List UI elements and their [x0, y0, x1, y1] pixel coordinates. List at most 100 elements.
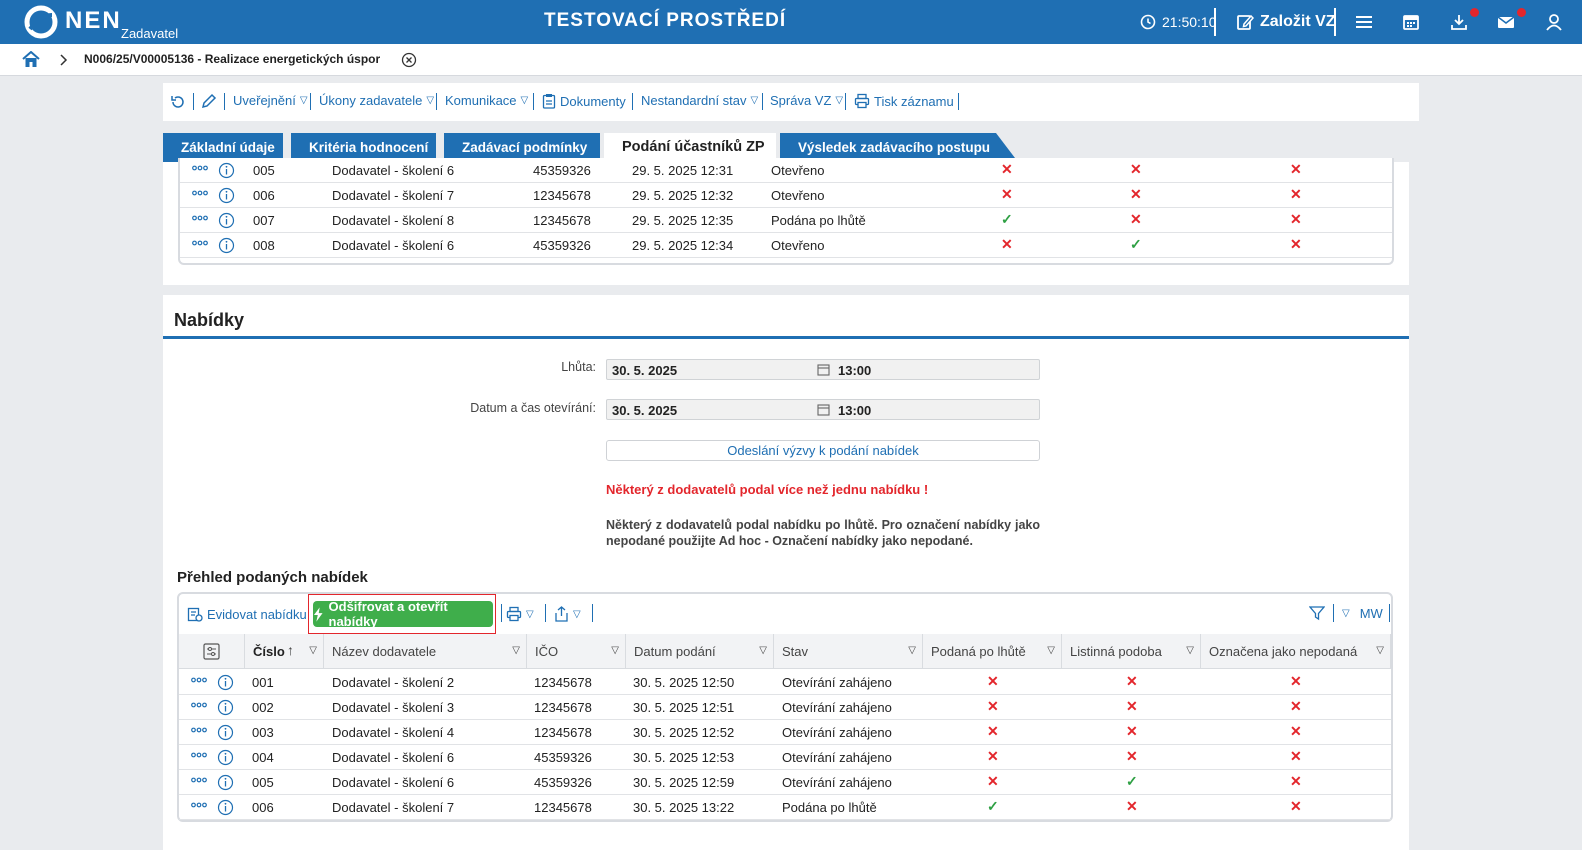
toolbar-tisk-zaznamu[interactable]: Tisk záznamu — [854, 93, 954, 109]
dropdown-triangle-icon: ▽ — [299, 95, 308, 106]
header-nazev-label: Název dodavatele — [332, 644, 437, 659]
info-icon[interactable] — [218, 187, 235, 204]
table-row[interactable]: 002 Dodavatel - školení 3 12345678 30. 5. 2… — [179, 695, 1391, 720]
close-icon[interactable] — [401, 52, 417, 68]
cell-ico: 12345678 — [533, 188, 591, 203]
table-row[interactable]: 004 Dodavatel - školení 6 45359326 30. 5. 2… — [179, 745, 1391, 770]
header-ico[interactable]: IČO ▽ — [527, 634, 626, 669]
header-stav[interactable]: Stav ▽ — [774, 634, 923, 669]
info-icon[interactable] — [217, 799, 234, 816]
cross-icon: ✕ — [1290, 798, 1302, 814]
calendar-icon[interactable] — [1401, 12, 1421, 32]
more-actions-icon[interactable] — [192, 239, 208, 247]
send-invitation-button[interactable]: Odeslání výzvy k podání nabídek — [606, 440, 1040, 461]
header-oznacena-label: Označena jako nepodaná — [1209, 644, 1358, 659]
mail-icon[interactable] — [1496, 12, 1516, 32]
info-icon[interactable] — [218, 212, 235, 229]
cell-datum: 30. 5. 2025 12:59 — [633, 775, 735, 790]
breadcrumb-current[interactable]: N006/25/V00005136 - Realizace energetick… — [84, 52, 380, 66]
header-cislo[interactable]: Číslo ↑ ▽ — [245, 634, 324, 669]
evidovat-button[interactable]: Evidovat nabídku — [187, 606, 307, 622]
info-icon[interactable] — [217, 674, 234, 691]
info-icon[interactable] — [217, 724, 234, 741]
column-filter-icon[interactable]: ▽ — [1376, 645, 1384, 656]
column-chooser-header[interactable] — [179, 634, 245, 669]
info-icon[interactable] — [217, 774, 234, 791]
header-oznacena-nepodana[interactable]: Označena jako nepodaná ▽ — [1201, 634, 1391, 669]
menu-icon[interactable] — [1354, 12, 1374, 32]
more-actions-icon[interactable] — [191, 701, 207, 709]
sort-ascending-icon[interactable]: ↑ — [287, 642, 294, 658]
nen-logo-icon[interactable] — [24, 5, 58, 39]
lhuta-field[interactable]: 30. 5. 2025 13:00 — [606, 359, 1040, 380]
export-dropdown[interactable]: ▽ — [554, 606, 581, 622]
print-dropdown[interactable]: ▽ — [506, 606, 534, 622]
late-offer-note: Některý z dodavatelů podal nabídku po lh… — [606, 518, 1040, 548]
toolbar-dokumenty[interactable]: Dokumenty — [542, 93, 626, 109]
cell-cislo: 002 — [252, 700, 274, 715]
info-icon[interactable] — [217, 749, 234, 766]
printer-icon — [506, 606, 522, 622]
table-row[interactable]: 007 Dodavatel - školení 8 12345678 29. 5. 2… — [180, 208, 1392, 233]
open-datetime-field[interactable]: 30. 5. 2025 13:00 — [606, 399, 1040, 420]
header-podana-po-lhute[interactable]: Podaná po lhůtě ▽ — [923, 634, 1062, 669]
table-row[interactable]: 006 Dodavatel - školení 7 12345678 30. 5. 2… — [179, 795, 1391, 820]
more-actions-icon[interactable] — [191, 751, 207, 759]
cell-nazev: Dodavatel - školení 6 — [332, 750, 455, 765]
toolbar-komunikace[interactable]: Komunikace ▽ — [445, 93, 528, 108]
toolbar-nestandardni-stav[interactable]: Nestandardní stav ▽ — [641, 93, 758, 108]
table-row[interactable]: 001 Dodavatel - školení 2 12345678 30. 5. 2… — [179, 670, 1391, 695]
refresh-icon[interactable] — [170, 94, 186, 110]
table-row[interactable]: 005 Dodavatel - školení 6 45359326 30. 5. 2… — [179, 770, 1391, 795]
cell-datum: 29. 5. 2025 12:34 — [632, 238, 734, 253]
column-filter-icon[interactable]: ▽ — [908, 645, 916, 656]
printer-icon — [854, 93, 870, 109]
sliders-icon — [203, 643, 220, 660]
table-row[interactable]: 006 Dodavatel - školení 7 12345678 29. 5. 2… — [180, 183, 1392, 208]
column-filter-icon[interactable]: ▽ — [759, 645, 767, 656]
cross-icon: ✕ — [1290, 698, 1302, 714]
dropdown-triangle-icon: ▽ — [573, 608, 581, 620]
calendar-icon — [817, 404, 830, 416]
more-actions-icon[interactable] — [191, 776, 207, 784]
toolbar-ukony[interactable]: Úkony zadavatele ▽ — [319, 93, 434, 108]
toolbar-divider — [545, 604, 546, 622]
more-actions-icon[interactable] — [191, 801, 207, 809]
user-icon[interactable] — [1544, 12, 1564, 32]
filter-icon[interactable] — [1309, 605, 1325, 621]
more-actions-icon[interactable] — [192, 214, 208, 222]
info-icon[interactable] — [217, 699, 234, 716]
more-actions-icon[interactable] — [192, 189, 208, 197]
decrypt-open-button[interactable]: Odšifrovat a otevřít nabídky — [313, 599, 493, 629]
home-icon[interactable] — [22, 51, 40, 68]
header-nazev[interactable]: Název dodavatele ▽ — [324, 634, 527, 669]
toolbar-uverejneni[interactable]: Uveřejnění ▽ — [233, 93, 308, 108]
column-filter-icon[interactable]: ▽ — [512, 645, 520, 656]
column-filter-icon[interactable]: ▽ — [1186, 645, 1194, 656]
column-filter-icon[interactable]: ▽ — [309, 645, 317, 656]
toolbar-divider — [632, 93, 633, 110]
info-icon[interactable] — [218, 237, 235, 254]
column-filter-icon[interactable]: ▽ — [1047, 645, 1055, 656]
cell-datum: 30. 5. 2025 12:50 — [633, 675, 735, 690]
header-listinna-podoba[interactable]: Listinná podoba ▽ — [1062, 634, 1201, 669]
more-actions-icon[interactable] — [192, 164, 208, 172]
new-vz-button[interactable]: Založit VZ — [1236, 11, 1336, 33]
table-row[interactable]: 003 Dodavatel - školení 4 12345678 30. 5. 2… — [179, 720, 1391, 745]
header-datum[interactable]: Datum podání ▽ — [626, 634, 774, 669]
table-row[interactable]: 008 Dodavatel - školení 6 45359326 29. 5. 2… — [180, 233, 1392, 258]
logo-text[interactable]: NEN — [65, 7, 122, 35]
cross-icon: ✕ — [987, 773, 999, 789]
cell-ico: 45359326 — [534, 775, 592, 790]
tab-label: Zadávací podmínky — [462, 140, 588, 155]
info-icon[interactable] — [218, 162, 235, 179]
toolbar-sprava-vz[interactable]: Správa VZ ▽ — [770, 93, 843, 108]
cross-icon: ✕ — [987, 748, 999, 764]
download-icon[interactable] — [1449, 12, 1469, 32]
table-row[interactable]: 005 Dodavatel - školení 6 45359326 29. 5. 2… — [180, 158, 1392, 183]
pencil-icon[interactable] — [201, 93, 217, 110]
column-filter-icon[interactable]: ▽ — [611, 645, 619, 656]
column-settings-dropdown[interactable]: ▽ MW — [1342, 606, 1383, 621]
more-actions-icon[interactable] — [191, 676, 207, 684]
more-actions-icon[interactable] — [191, 726, 207, 734]
